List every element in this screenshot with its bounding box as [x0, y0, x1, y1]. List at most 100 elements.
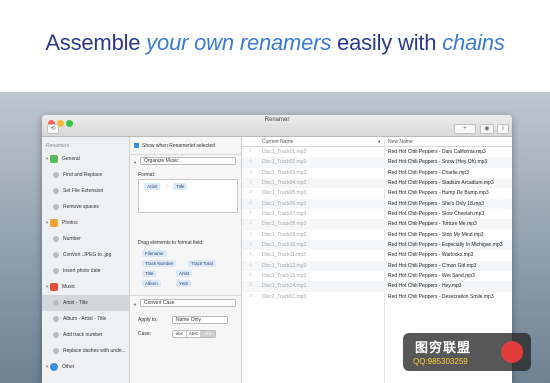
music-file-icon: ♪	[249, 210, 252, 217]
table-row[interactable]: ♪ Disc1_Track03.mp3 Red Hot Chili Peppers …	[242, 168, 512, 178]
current-name-cell: Disc1_Track09.mp3	[262, 231, 307, 238]
table-row[interactable]: ♪ Disc1_Track08.mp3 Red Hot Chili Peppers …	[242, 219, 512, 230]
element-filename[interactable]: Filename	[142, 250, 167, 257]
column-current-name[interactable]: Current Name	[262, 139, 293, 145]
table-row[interactable]: ♪ Disc1_Track01.mp3 Red Hot Chili Peppers …	[242, 147, 512, 157]
apply-to-select[interactable]: Name Only	[172, 316, 228, 324]
sidebar-group-general[interactable]: ▼ General	[42, 151, 129, 167]
sidebar-group-other[interactable]: ▼ Other	[42, 359, 129, 375]
watermark-badge: 图穷联盟 QQ:985303259	[403, 333, 531, 371]
renamer-icon	[53, 236, 59, 242]
element-track-total[interactable]: Track Total	[188, 260, 216, 267]
sidebar-item-album-artist-title[interactable]: Album - Artist - Title	[42, 311, 129, 327]
section-disclosure-icon[interactable]: ▼	[133, 302, 137, 307]
table-row[interactable]: ♪ Disc1_Track06.mp3 Red Hot Chili Peppers …	[242, 198, 512, 210]
element-title[interactable]: Title	[142, 270, 157, 277]
table-row[interactable]: ♪ Disc1_Track11.mp3 Red Hot Chili Peppers …	[242, 250, 512, 260]
headline-emphasis-1: your own renamers	[146, 30, 332, 55]
sidebar-item-label: Remove spaces	[63, 204, 99, 210]
new-name-cell: Red Hot Chili Peppers - Warlocks.mp3	[388, 252, 474, 259]
music-file-icon: ♪	[249, 282, 252, 289]
table-row[interactable]: ♪ Disc2_Track01.mp3 Red Hot Chili Peppers …	[242, 292, 512, 302]
music-file-icon: ♪	[249, 292, 252, 299]
renamer-icon	[53, 188, 59, 194]
sidebar-item-replace-dashes[interactable]: Replace dashes with unde...	[42, 343, 129, 359]
table-row[interactable]: ♪ Disc1_Track07.mp3 Red Hot Chili Peppers …	[242, 209, 512, 219]
new-name-cell: Red Hot Chili Peppers - Stadium Arcadium…	[388, 180, 494, 187]
sidebar-group-label: Other	[62, 364, 75, 370]
renamer-icon	[53, 332, 59, 338]
table-row[interactable]: ♪ Disc1_Track09.mp3 Red Hot Chili Peppers …	[242, 230, 512, 240]
sidebar-item-label: Add track number	[63, 332, 103, 338]
disclosure-triangle-icon[interactable]: ▼	[45, 284, 49, 289]
info-button[interactable]: i	[497, 124, 509, 134]
sidebar-item-remove-spaces[interactable]: Remove spaces	[42, 199, 129, 215]
apply-to-label: Apply to:	[138, 317, 158, 323]
table-row[interactable]: ♪ Disc1_Track13.mp3 Red Hot Chili Peppers …	[242, 271, 512, 281]
music-file-icon: ♪	[249, 168, 252, 175]
sidebar-item-number[interactable]: Number	[42, 231, 129, 247]
new-name-cell: Red Hot Chili Peppers - Snow (Hey Oh).mp…	[388, 159, 488, 166]
case-option-title[interactable]: Abc	[201, 331, 215, 337]
sidebar-group-music[interactable]: ▼ Music	[42, 279, 129, 295]
disclosure-triangle-icon[interactable]: ▼	[45, 364, 49, 369]
sidebar-group-label: Photos	[62, 220, 78, 226]
sidebar-item-find-replace[interactable]: Find and Replace	[42, 167, 129, 183]
music-file-icon: ♪	[249, 230, 252, 237]
case-option-upper[interactable]: ABC	[187, 331, 201, 337]
current-name-cell: Disc1_Track11.mp3	[262, 252, 306, 259]
sidebar-group-label: Music	[62, 284, 76, 290]
table-row[interactable]: ♪ Disc1_Track10.mp3 Red Hot Chili Peppers …	[242, 240, 512, 251]
column-new-name[interactable]: New Name	[388, 139, 413, 145]
disclosure-triangle-icon[interactable]: ▼	[45, 220, 49, 225]
sidebar-item-label: Artist - Title	[63, 300, 89, 306]
format-field[interactable]: Artist - Title	[138, 179, 238, 213]
sidebar-item-add-track-number[interactable]: Add track number	[42, 327, 129, 343]
music-file-icon: ♪	[249, 189, 252, 196]
sidebar-group-photos[interactable]: ▼ Photos	[42, 215, 129, 231]
sidebar-item-convert-jpeg[interactable]: Convert .JPEG to .jpg	[42, 247, 129, 263]
sort-arrow-icon[interactable]: ▾	[378, 139, 381, 145]
table-row[interactable]: ♪ Disc1_Track02.mp3 Red Hot Chili Peppers …	[242, 157, 512, 168]
add-renamer-button[interactable]: +	[454, 124, 476, 134]
format-token-separator: -	[167, 183, 169, 189]
preview-button[interactable]: ◉	[480, 124, 494, 134]
convert-case-value: Convert Case	[144, 300, 175, 306]
table-row[interactable]: ♪ Disc1_Track14.mp3 Red Hot Chili Peppers …	[242, 281, 512, 292]
sidebar-item-artist-title[interactable]: Artist - Title	[42, 295, 129, 311]
new-name-cell: Red Hot Chili Peppers - She's Only 18.mp…	[388, 200, 484, 207]
element-track-number[interactable]: Track Number	[142, 260, 177, 267]
format-token-artist[interactable]: Artist	[144, 183, 161, 190]
music-file-icon: ♪	[249, 158, 252, 165]
organize-music-select[interactable]: Organize Music	[140, 157, 236, 165]
sidebar-item-insert-photo-date[interactable]: Insert photo date	[42, 263, 129, 279]
new-name-cell: Red Hot Chili Peppers - Wet Sand.mp3	[388, 273, 475, 280]
table-header: Current Name ▾ New Name	[242, 137, 512, 147]
sidebar-item-label: Set File Extension	[63, 188, 104, 194]
table-row[interactable]: ♪ Disc1_Track12.mp3 Red Hot Chili Peppers …	[242, 260, 512, 272]
flame-logo-icon	[501, 341, 523, 363]
renamer-icon	[53, 252, 59, 258]
case-option-lower[interactable]: abc	[173, 331, 187, 337]
element-album[interactable]: Album	[142, 280, 161, 287]
case-segmented-control[interactable]: abc ABC Abc	[172, 330, 216, 338]
format-token-title[interactable]: Title	[173, 183, 188, 190]
show-when-selected-checkbox[interactable]	[134, 143, 139, 149]
convert-case-select[interactable]: Convert Case	[140, 299, 236, 307]
photo-icon	[50, 219, 58, 227]
element-year[interactable]: Year	[176, 280, 192, 287]
current-name-cell: Disc1_Track06.mp3	[262, 200, 307, 207]
element-artist[interactable]: Artist	[176, 270, 193, 277]
current-name-cell: Disc1_Track01.mp3	[262, 149, 307, 155]
info-icon: i	[502, 126, 504, 132]
new-name-cell: Red Hot Chili Peppers - Slow Cheetah.mp3	[388, 211, 485, 218]
music-file-icon: ♪	[249, 241, 252, 248]
disclosure-triangle-icon[interactable]: ▼	[45, 156, 49, 161]
headline-text-2: easily with	[331, 30, 443, 55]
section-disclosure-icon[interactable]: ▼	[133, 160, 137, 165]
chain-link-button[interactable]: ⟲	[47, 124, 59, 134]
renamer-config-panel: Show when Renamerlet selected ▼ Organize…	[130, 137, 242, 383]
sidebar-item-set-extension[interactable]: Set File Extension	[42, 183, 129, 199]
table-row[interactable]: ♪ Disc1_Track04.mp3 Red Hot Chili Peppers …	[242, 178, 512, 189]
table-row[interactable]: ♪ Disc1_Track05.mp3 Red Hot Chili Peppers …	[242, 188, 512, 198]
